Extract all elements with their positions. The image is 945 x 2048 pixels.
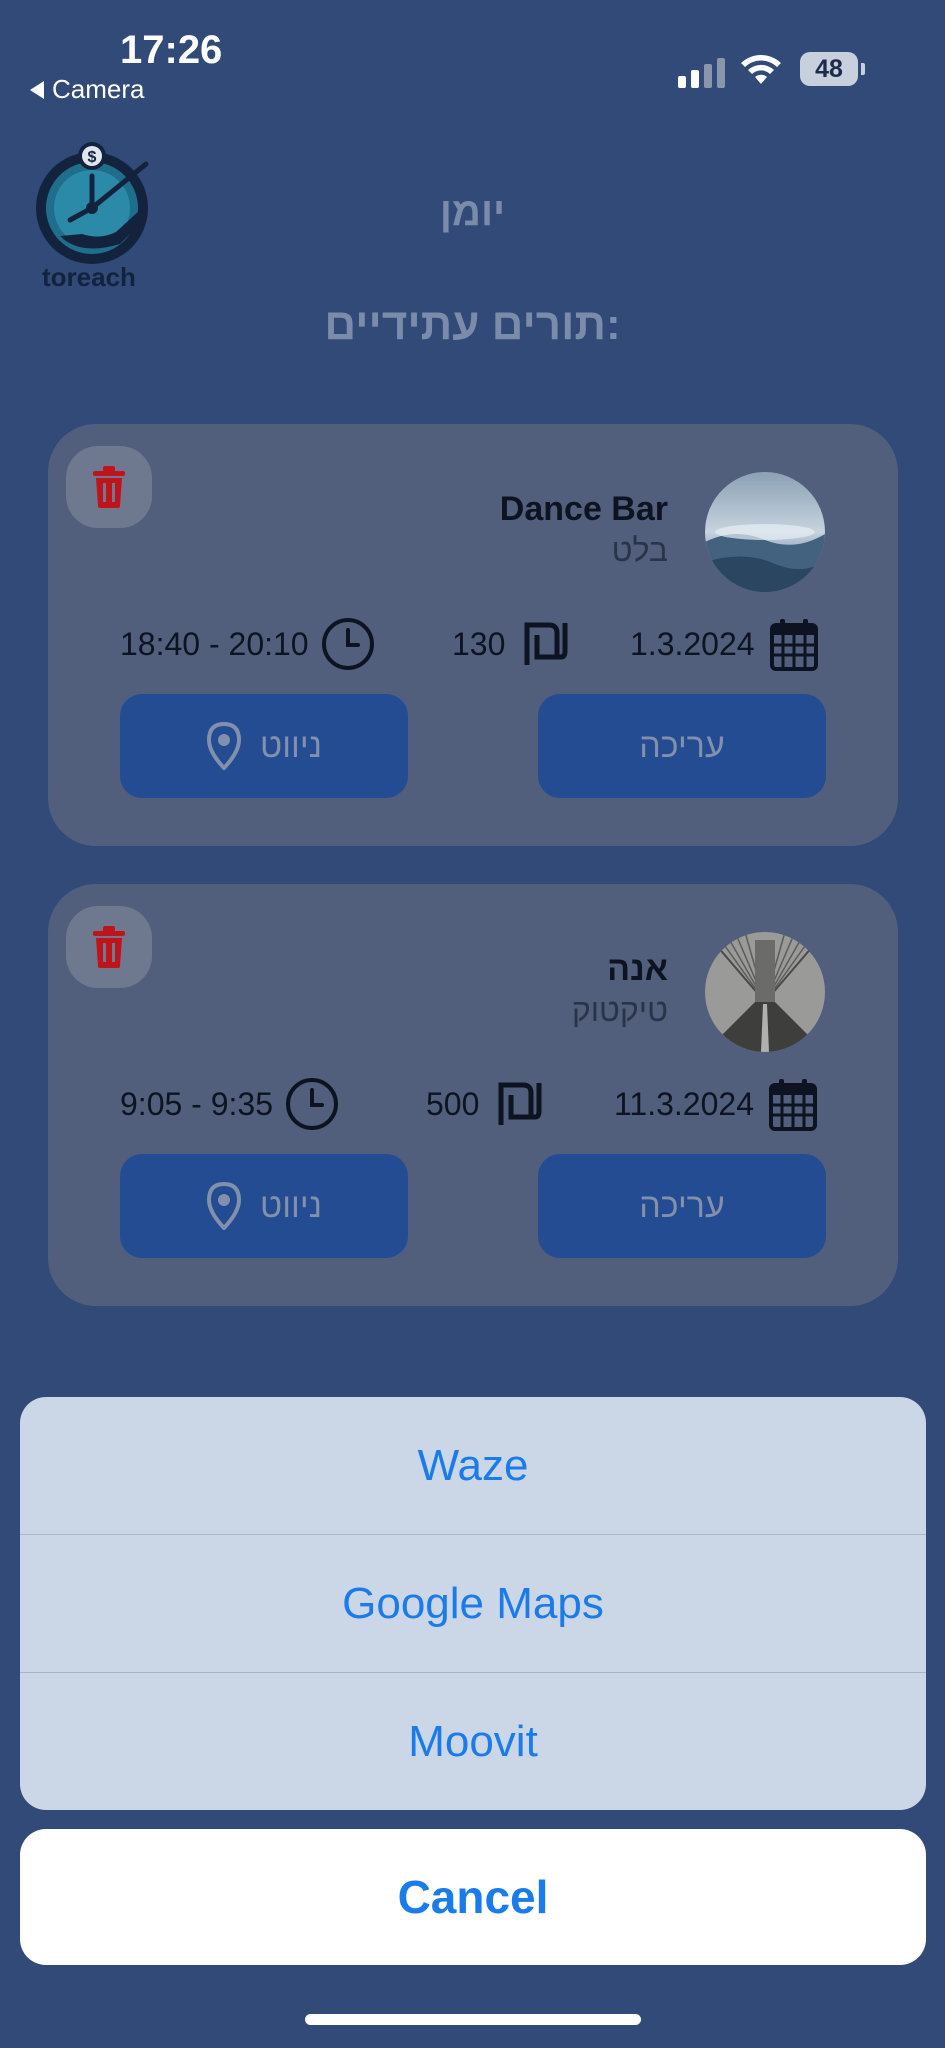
calendar-icon: [769, 619, 818, 671]
back-label: Camera: [52, 74, 145, 104]
navigate-label: ניווט: [260, 726, 322, 765]
edit-button[interactable]: עריכה: [538, 694, 826, 798]
shekel-icon: [498, 1082, 542, 1125]
section-title: תורים עתידיים:: [324, 300, 621, 349]
calendar-icon: [768, 1079, 817, 1131]
navigate-button[interactable]: ניווט: [120, 1154, 408, 1258]
date-info: 11.3.2024: [614, 1076, 818, 1132]
business-avatar: [705, 932, 825, 1052]
clock-icon: [321, 618, 374, 670]
delete-appointment-button[interactable]: [66, 446, 152, 528]
location-pin-icon: [207, 1182, 242, 1230]
cellular-signal-icon: [678, 58, 725, 88]
cancel-button[interactable]: Cancel: [20, 1829, 926, 1965]
navigate-label: ניווט: [260, 1186, 322, 1225]
time-info: 18:40 - 20:10: [120, 616, 375, 672]
back-to-camera-link[interactable]: Camera: [30, 74, 144, 105]
appointment-date: 11.3.2024: [614, 1085, 754, 1122]
time-info: 9:05 - 9:35: [120, 1076, 339, 1132]
delete-appointment-button[interactable]: [66, 906, 152, 988]
navigation-app-action-sheet: Waze Google Maps Moovit: [20, 1397, 926, 1810]
edit-label: עריכה: [639, 1186, 725, 1225]
battery-indicator: 48: [800, 52, 858, 86]
appointment-card: Dance Bar בלט 18:40 - 20:10 130 1.3.2024: [48, 424, 898, 846]
business-name: אנה: [607, 950, 668, 988]
appointment-card: אנה טיקטוק 9:05 - 9:35 500 11.3.2024 ניו…: [48, 884, 898, 1306]
appointment-time: 18:40 - 20:10: [120, 625, 309, 662]
wifi-icon: [741, 55, 781, 84]
back-arrow-icon: [30, 80, 44, 99]
edit-label: עריכה: [639, 726, 725, 765]
shekel-icon: [524, 622, 568, 665]
battery-tip: [861, 63, 865, 75]
business-avatar: [705, 472, 825, 592]
service-name: בלט: [611, 532, 668, 568]
trash-icon: [93, 466, 125, 508]
appointment-price: 130: [452, 625, 506, 662]
date-info: 1.3.2024: [630, 616, 819, 672]
navigate-button[interactable]: ניווט: [120, 694, 408, 798]
moovit-option[interactable]: Moovit: [20, 1673, 926, 1810]
appointment-date: 1.3.2024: [630, 625, 755, 662]
home-indicator[interactable]: [305, 2014, 641, 2025]
service-name: טיקטוק: [571, 992, 668, 1028]
google-maps-option[interactable]: Google Maps: [20, 1535, 926, 1673]
waze-option[interactable]: Waze: [20, 1397, 926, 1535]
edit-button[interactable]: עריכה: [538, 1154, 826, 1258]
page-title: יומן: [439, 190, 506, 234]
business-name: Dance Bar: [499, 490, 668, 528]
svg-text:$: $: [88, 149, 97, 166]
price-info: 130: [452, 616, 569, 672]
logo-text: toreach: [42, 262, 136, 292]
status-time: 17:26: [120, 28, 223, 72]
location-pin-icon: [207, 722, 242, 770]
trash-icon: [93, 926, 125, 968]
clock-icon: [286, 1078, 338, 1130]
price-info: 500: [426, 1076, 543, 1132]
appointment-price: 500: [426, 1085, 480, 1122]
appointment-time: 9:05 - 9:35: [120, 1085, 273, 1122]
